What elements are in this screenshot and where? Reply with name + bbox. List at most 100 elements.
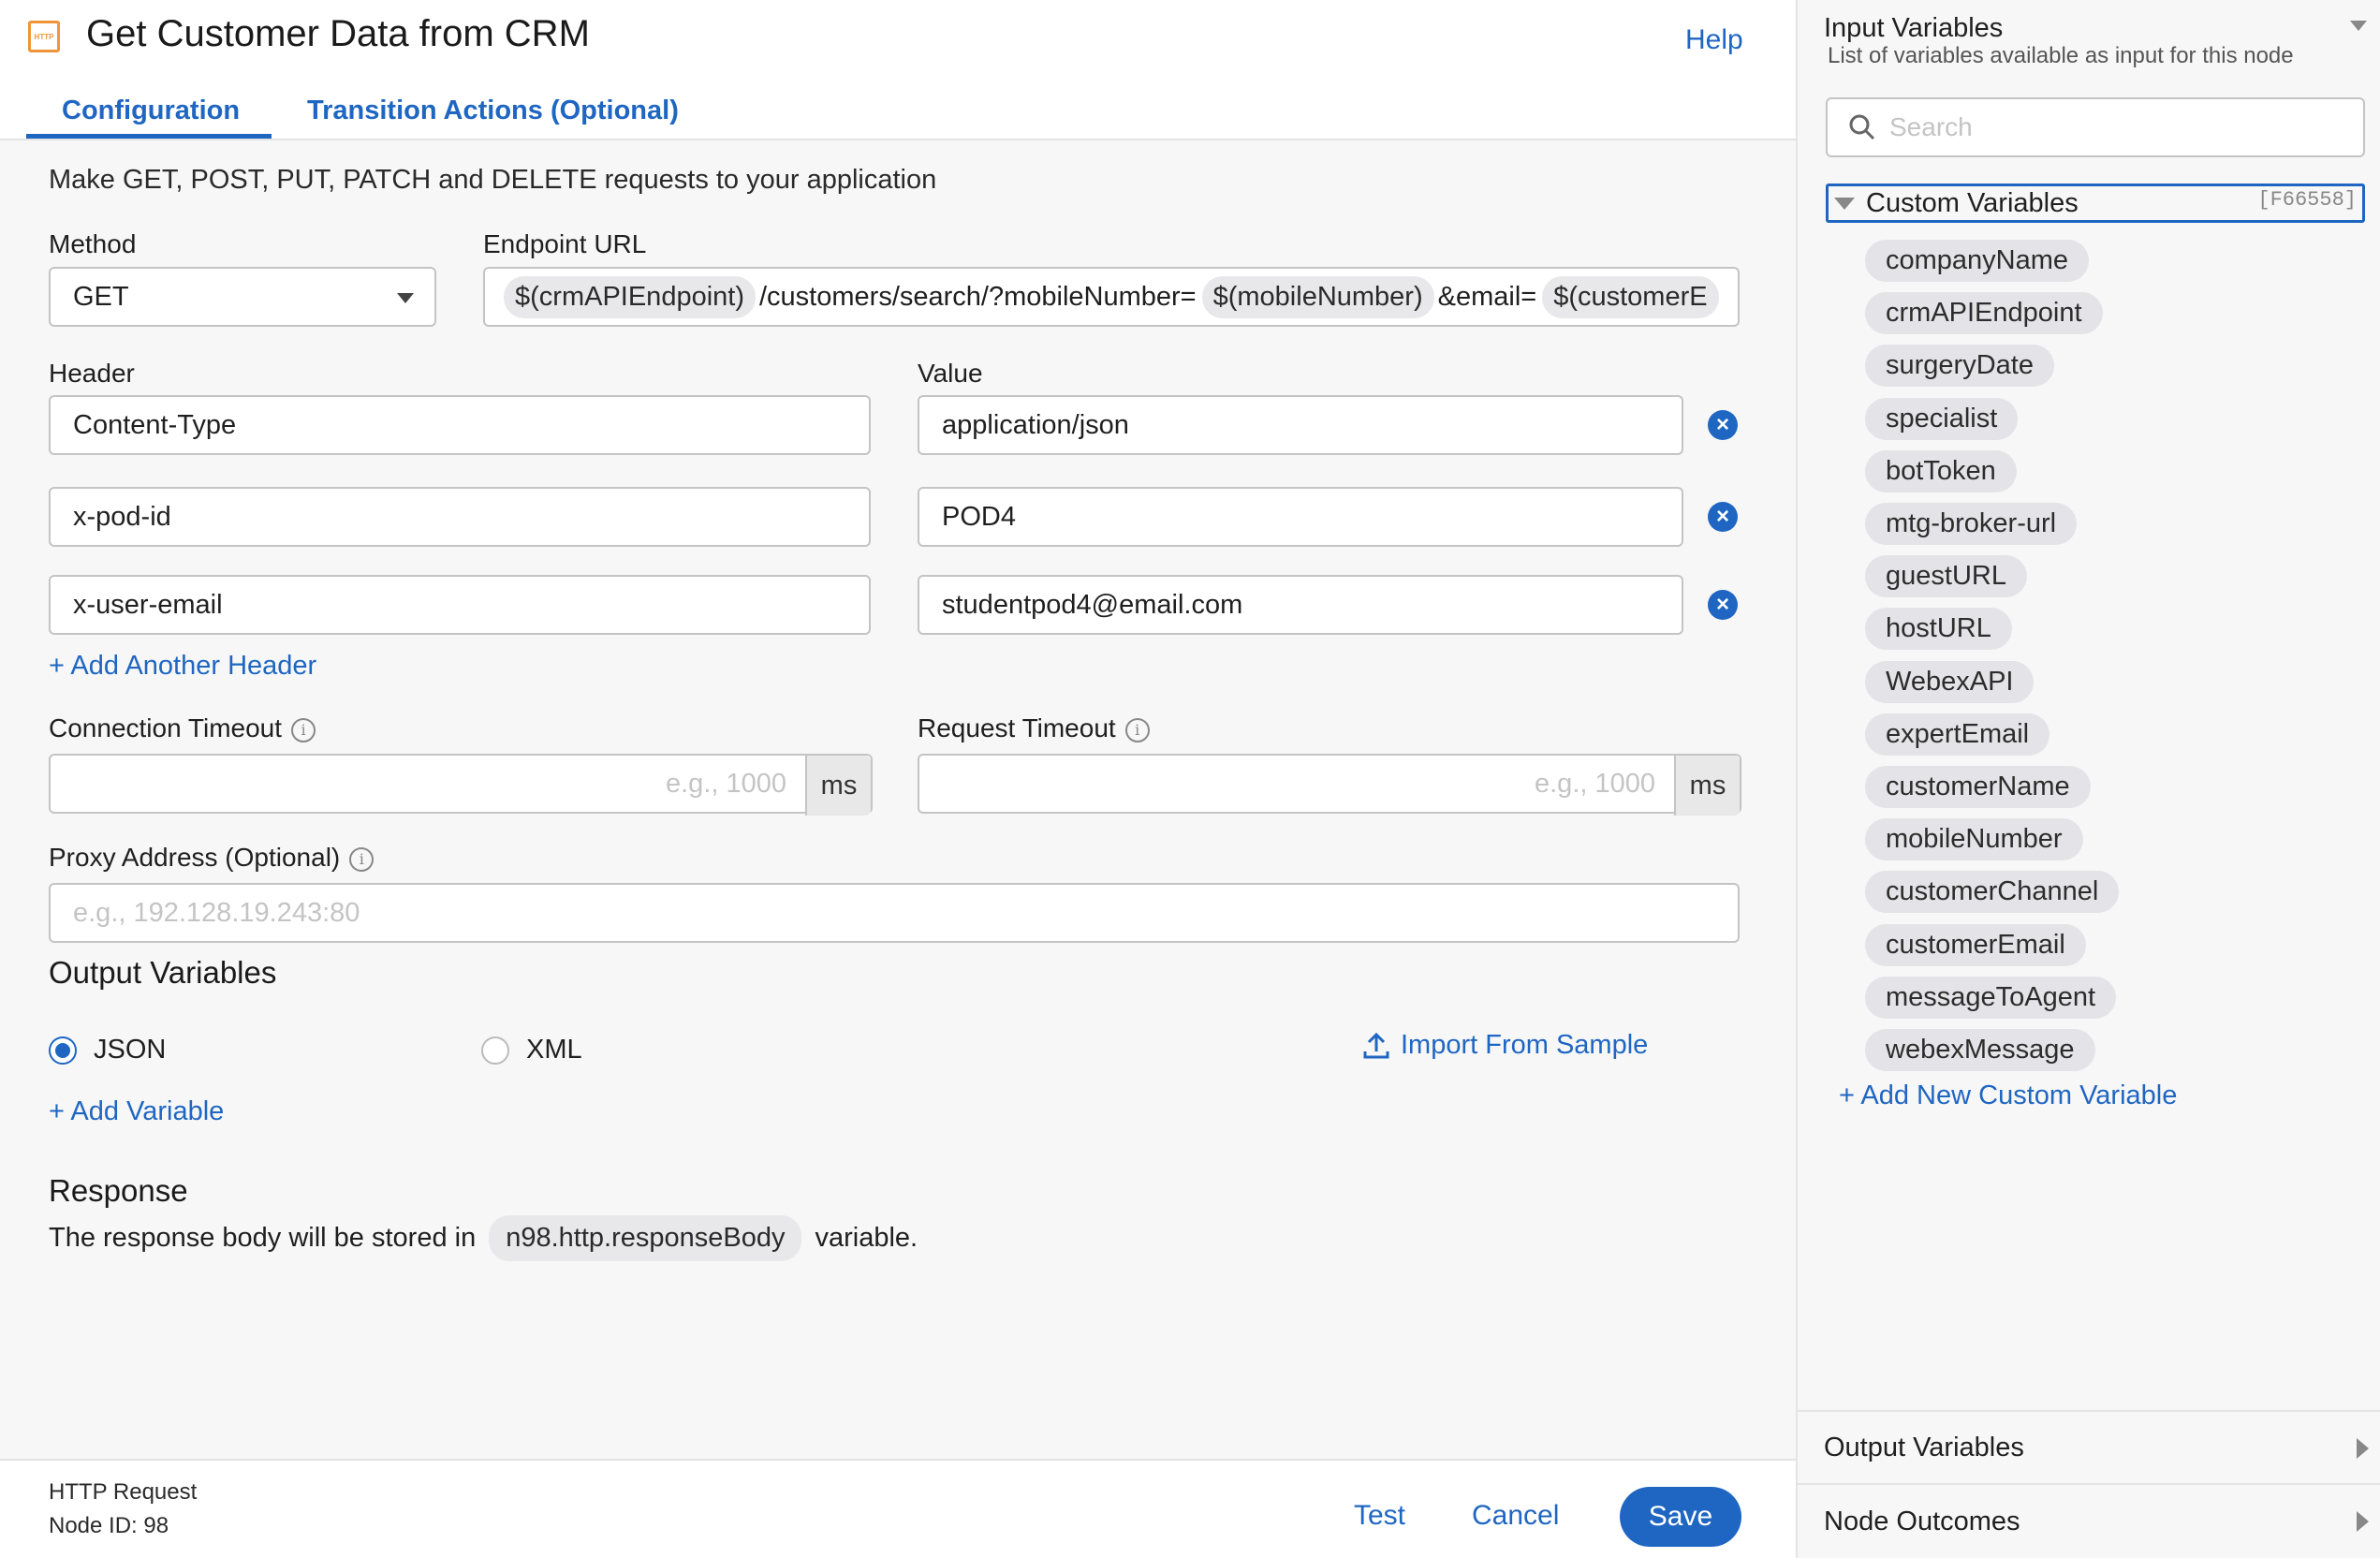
test-button[interactable]: Test [1354,1500,1405,1532]
node-outcomes-section[interactable]: Node Outcomes [1798,1483,2380,1558]
response-prefix: The response body will be stored in [49,1223,477,1253]
method-label: Method [49,229,137,258]
chevron-right-icon [2357,1511,2369,1532]
header-key-input[interactable]: Content-Type [49,395,871,455]
header-column-label: Header [49,359,135,388]
endpoint-url-input[interactable]: $(crmAPIEndpoint) /customers/search/?mob… [483,267,1740,327]
remove-header-icon[interactable]: × [1708,502,1738,532]
configuration-form: Make GET, POST, PUT, PATCH and DELETE re… [0,140,1796,1459]
chevron-right-icon [2357,1438,2369,1459]
custom-variable-chip[interactable]: specialist [1865,398,2019,440]
collapse-chevron-icon[interactable] [2350,21,2367,31]
chevron-down-icon [397,293,414,303]
header-key-value: x-user-email [73,589,223,620]
search-placeholder: Search [1889,112,1973,141]
method-select[interactable]: GET [49,267,436,327]
add-custom-variable-button[interactable]: + Add New Custom Variable [1839,1080,2177,1111]
custom-variable-chip[interactable]: expertEmail [1865,713,2050,756]
custom-variable-chip[interactable]: mtg-broker-url [1865,503,2078,545]
request-timeout-placeholder: e.g., 1000 [1535,768,1655,799]
response-suffix: variable. [815,1223,918,1253]
custom-variable-chip[interactable]: messageToAgent [1865,977,2117,1019]
node-outcomes-section-label: Node Outcomes [1824,1506,2020,1536]
remove-header-icon[interactable]: × [1708,590,1738,620]
proxy-address-text: Proxy Address (Optional) [49,843,341,872]
endpoint-path-text: /customers/search/?mobileNumber= [759,281,1197,312]
value-column-label: Value [918,359,983,388]
output-variables-section-label: Output Variables [1824,1432,2024,1462]
output-variables-heading: Output Variables [49,955,277,990]
proxy-address-input[interactable]: e.g., 192.128.19.243:80 [49,883,1740,943]
page-title: Get Customer Data from CRM [86,13,590,54]
import-label: Import From Sample [1401,1030,1649,1060]
header-key-input[interactable]: x-pod-id [49,487,871,547]
custom-variable-chip[interactable]: surgeryDate [1865,345,2054,387]
remove-header-icon[interactable]: × [1708,410,1738,440]
variables-search-input[interactable]: Search [1826,97,2365,157]
variable-chip: $(customerE [1542,275,1719,318]
connection-timeout-label: Connection Timeout i [49,713,316,743]
custom-variable-chip[interactable]: customerEmail [1865,924,2086,966]
connection-timeout-input[interactable]: e.g., 1000 ms [49,754,873,816]
proxy-address-label: Proxy Address (Optional) i [49,843,375,873]
custom-variable-chip[interactable]: companyName [1865,240,2090,282]
custom-variables-group[interactable]: Custom Variables [F66558] [1826,184,2365,223]
endpoint-query-text: &email= [1437,281,1537,312]
endpoint-url-label: Endpoint URL [483,229,647,258]
info-icon[interactable]: i [349,846,375,872]
response-description: The response body will be stored in n98.… [49,1215,918,1261]
custom-variable-chip[interactable]: customerChannel [1865,871,2120,913]
help-link[interactable]: Help [1685,24,1743,56]
header-key-value: Content-Type [73,409,237,440]
header-value-input[interactable]: application/json [918,395,1683,455]
method-value: GET [73,281,129,312]
custom-variable-chip[interactable]: crmAPIEndpoint [1865,292,2103,334]
sidebar-subtitle: List of variables available as input for… [1828,43,2294,68]
node-id: Node ID: 98 [49,1513,169,1538]
custom-variable-chip[interactable]: botToken [1865,450,2017,492]
cancel-button[interactable]: Cancel [1472,1500,1559,1532]
node-type: HTTP Request [49,1479,198,1505]
header-value-value: POD4 [942,501,1016,532]
group-label: Custom Variables [1866,187,2079,218]
response-variable-chip: n98.http.responseBody [489,1215,802,1261]
header-value-value: studentpod4@email.com [942,589,1243,620]
output-variables-section[interactable]: Output Variables [1798,1410,2380,1483]
format-xml-option[interactable]: XML [481,1035,582,1066]
request-timeout-label: Request Timeout i [918,713,1150,743]
upload-icon [1363,1032,1389,1058]
custom-variable-chip[interactable]: guestURL [1865,555,2027,597]
xml-label: XML [526,1035,582,1065]
tab-transition-actions[interactable]: Transition Actions (Optional) [307,96,679,126]
format-json-option[interactable]: JSON [49,1035,166,1066]
save-button[interactable]: Save [1620,1487,1741,1547]
add-header-button[interactable]: + Add Another Header [49,651,316,682]
custom-variable-chip[interactable]: WebexAPI [1865,661,2035,703]
json-radio[interactable] [49,1036,77,1065]
connection-timeout-text: Connection Timeout [49,713,283,742]
request-timeout-input[interactable]: e.g., 1000 ms [918,754,1741,816]
footer-bar: HTTP Request Node ID: 98 Test Cancel Sav… [0,1459,1796,1558]
header-value-input[interactable]: studentpod4@email.com [918,575,1683,635]
form-description: Make GET, POST, PUT, PATCH and DELETE re… [49,165,937,195]
sidebar-title: Input Variables [1824,13,2004,43]
info-icon[interactable]: i [1124,717,1150,742]
response-heading: Response [49,1173,188,1208]
json-label: JSON [94,1035,167,1065]
header-value-value: application/json [942,409,1129,440]
add-variable-button[interactable]: + Add Variable [49,1096,224,1127]
custom-variable-chip[interactable]: hostURL [1865,608,2012,650]
input-variables-sidebar: Input Variables List of variables availa… [1796,0,2380,1558]
node-config-panel: HTTP Get Customer Data from CRM Help Con… [0,0,1796,1558]
xml-radio[interactable] [481,1036,509,1065]
header-value-input[interactable]: POD4 [918,487,1683,547]
custom-variable-chip[interactable]: customerName [1865,766,2091,808]
custom-variable-chip[interactable]: mobileNumber [1865,818,2083,860]
custom-variable-chip[interactable]: webexMessage [1865,1029,2095,1071]
header-key-input[interactable]: x-user-email [49,575,871,635]
info-icon[interactable]: i [291,717,316,742]
http-request-icon: HTTP [28,21,60,52]
import-from-sample-button[interactable]: Import From Sample [1361,1030,1648,1061]
variable-chip: $(mobileNumber) [1201,275,1434,318]
tab-configuration[interactable]: Configuration [62,96,240,126]
